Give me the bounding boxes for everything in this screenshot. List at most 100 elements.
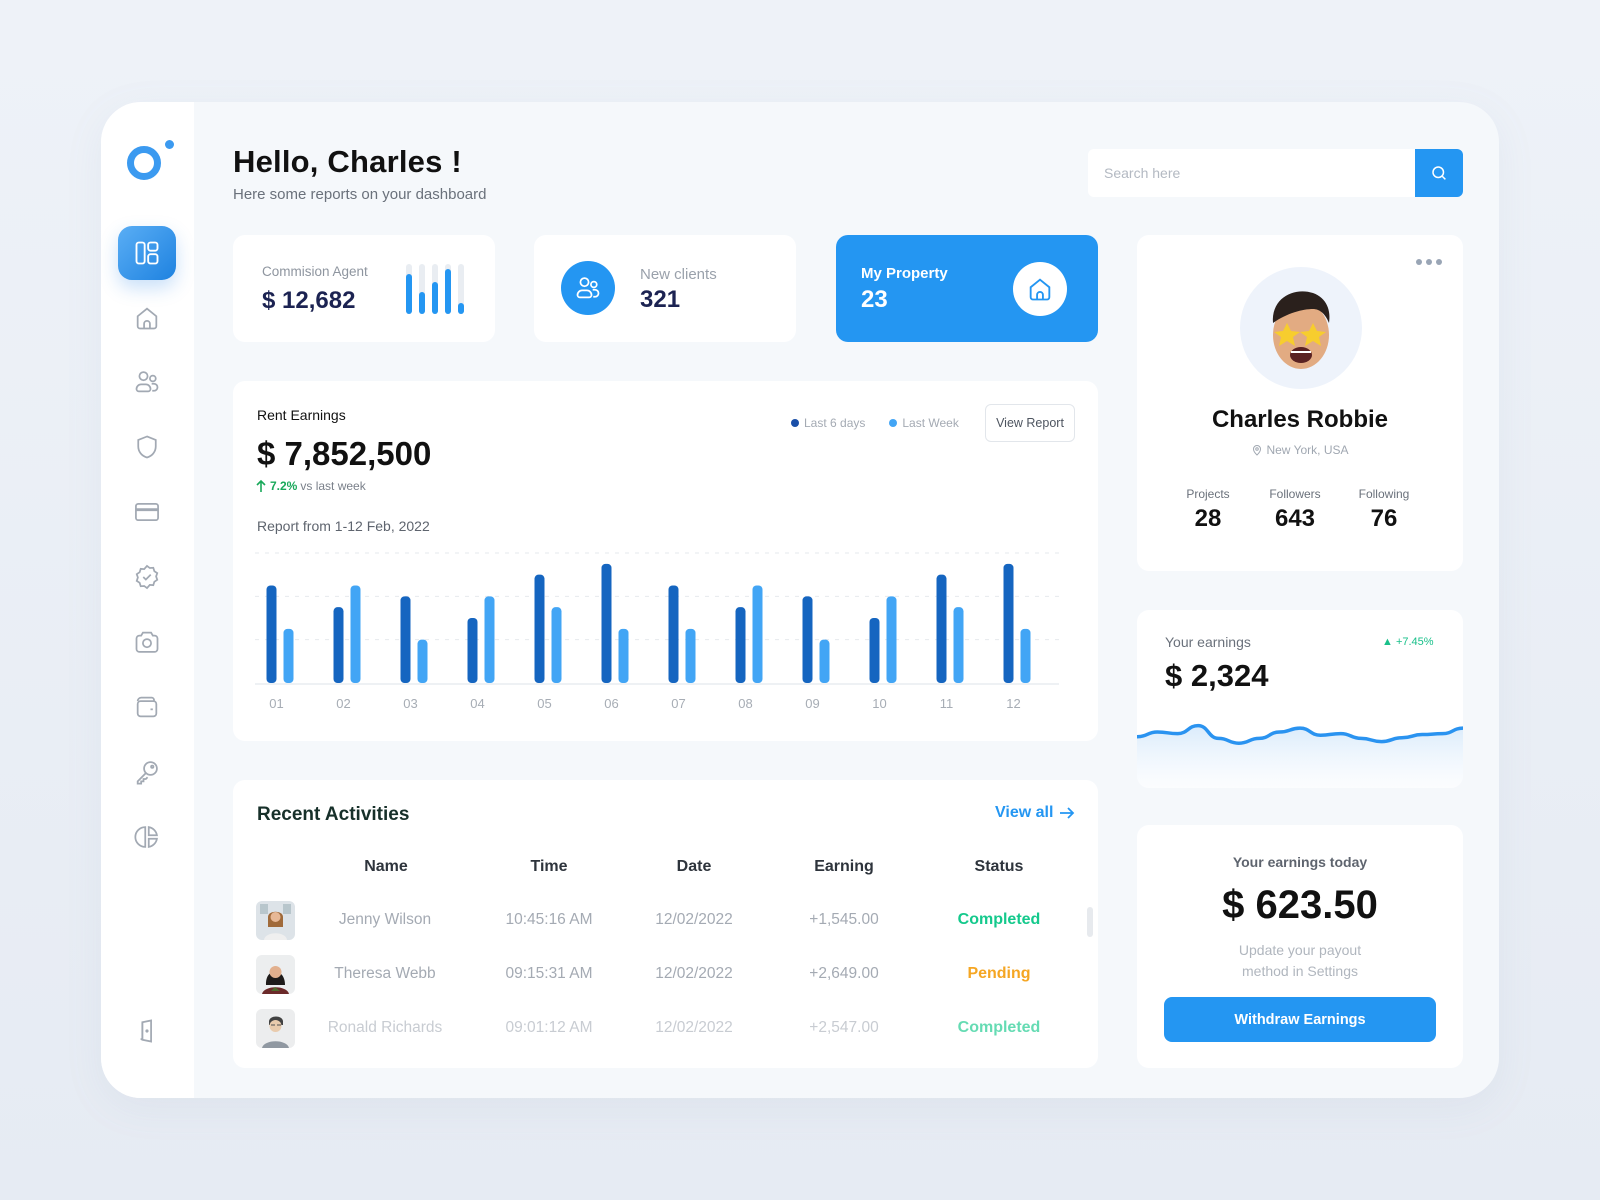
sidebar-item-security[interactable] bbox=[118, 420, 176, 474]
search-button[interactable] bbox=[1415, 149, 1463, 197]
x-tick-label: 02 bbox=[336, 696, 350, 711]
view-report-button[interactable]: View Report bbox=[985, 404, 1075, 442]
rent-amount: $ 7,852,500 bbox=[257, 435, 432, 472]
stat-value: 28 bbox=[1194, 505, 1222, 532]
my-property-card[interactable]: My Property 23 bbox=[836, 235, 1098, 342]
mini-bar-fill bbox=[458, 303, 464, 314]
bar-last-week-04[interactable] bbox=[484, 596, 495, 683]
bar-last-6-days-04[interactable] bbox=[467, 618, 478, 683]
bar-last-6-days-09[interactable] bbox=[802, 596, 813, 683]
profile-avatar[interactable] bbox=[1240, 267, 1362, 389]
column-header-status[interactable]: Status bbox=[949, 858, 1049, 876]
more-options-button[interactable] bbox=[1412, 255, 1446, 269]
today-label: Your earnings today bbox=[1232, 854, 1368, 870]
sidebar-item-home[interactable] bbox=[118, 291, 176, 345]
sidebar-item-keys[interactable] bbox=[118, 745, 176, 799]
your-earnings-card: Your earnings $ 2,324 ▲ +7.45% bbox=[1137, 610, 1463, 788]
bar-last-6-days-10[interactable] bbox=[869, 618, 880, 683]
legend-item-last-week[interactable]: Last Week bbox=[889, 416, 959, 430]
avatar bbox=[256, 901, 295, 940]
bar-last-6-days-06[interactable] bbox=[601, 563, 612, 683]
users-icon bbox=[135, 371, 159, 393]
search-input[interactable] bbox=[1088, 149, 1415, 197]
property-icon-badge bbox=[1013, 262, 1067, 316]
commission-mini-chart bbox=[406, 264, 468, 314]
shield-icon bbox=[137, 435, 157, 459]
rent-trend-text: vs last week bbox=[300, 479, 366, 493]
bar-last-6-days-11[interactable] bbox=[936, 574, 947, 683]
sidebar-item-users[interactable] bbox=[118, 355, 176, 409]
chart-legend: Last 6 days Last Week bbox=[791, 416, 959, 430]
mini-bar-fill bbox=[432, 281, 438, 314]
stat-value: 76 bbox=[1370, 505, 1398, 532]
bar-last-6-days-03[interactable] bbox=[400, 596, 411, 683]
bar-last-week-12[interactable] bbox=[1020, 628, 1031, 683]
property-label: My Property bbox=[861, 265, 948, 282]
bar-last-week-10[interactable] bbox=[886, 596, 897, 683]
mini-bar-track bbox=[432, 264, 438, 314]
bar-last-week-08[interactable] bbox=[752, 585, 763, 684]
bar-last-week-06[interactable] bbox=[618, 628, 629, 683]
rent-trend: 7.2% vs last week bbox=[255, 479, 366, 493]
withdraw-earnings-button[interactable]: Withdraw Earnings bbox=[1164, 997, 1436, 1042]
earnings-change-value: +7.45% bbox=[1395, 636, 1434, 648]
more-dots-icon bbox=[1416, 259, 1422, 265]
sidebar-item-verified[interactable] bbox=[118, 550, 176, 604]
row-status: Completed bbox=[957, 1019, 1041, 1036]
bar-last-6-days-02[interactable] bbox=[333, 607, 344, 683]
sidebar-item-camera[interactable] bbox=[118, 615, 176, 669]
stat-label: Followers bbox=[1269, 487, 1321, 501]
table-row[interactable]: Theresa Webb 09:15:31 AM 12/02/2022 +2,6… bbox=[233, 951, 1098, 997]
new-clients-card[interactable]: New clients 321 bbox=[534, 235, 796, 342]
location-text: New York, USA bbox=[1266, 443, 1349, 457]
bar-last-week-11[interactable] bbox=[953, 607, 964, 683]
app-logo[interactable] bbox=[127, 140, 174, 180]
bar-last-6-days-05[interactable] bbox=[534, 574, 545, 683]
column-header-earning[interactable]: Earning bbox=[794, 858, 894, 876]
x-tick-label: 07 bbox=[671, 696, 685, 711]
sidebar-item-payments[interactable] bbox=[118, 485, 176, 539]
bar-last-6-days-08[interactable] bbox=[735, 607, 746, 683]
bar-last-week-03[interactable] bbox=[417, 639, 428, 683]
legend-dot bbox=[791, 419, 799, 427]
profile-stat-followers: Followers 643 bbox=[1255, 487, 1335, 533]
row-status: Pending bbox=[967, 965, 1031, 982]
table-row[interactable]: Jenny Wilson 10:45:16 AM 12/02/2022 +1,5… bbox=[233, 897, 1098, 943]
home-icon bbox=[1029, 278, 1051, 301]
commission-card[interactable]: Commision Agent $ 12,682 bbox=[233, 235, 495, 342]
row-name: Theresa Webb bbox=[334, 965, 436, 982]
rent-title: Rent Earnings bbox=[257, 407, 346, 423]
view-all-link[interactable]: View all bbox=[995, 804, 1075, 822]
bar-last-week-01[interactable] bbox=[283, 628, 294, 683]
column-header-date[interactable]: Date bbox=[644, 858, 744, 876]
bar-last-week-09[interactable] bbox=[819, 639, 830, 683]
app-window: Hello, Charles ! Here some reports on yo… bbox=[101, 102, 1499, 1098]
mini-bar-fill bbox=[419, 291, 425, 314]
row-status: Completed bbox=[957, 911, 1041, 928]
bar-last-6-days-07[interactable] bbox=[668, 585, 679, 684]
column-header-time[interactable]: Time bbox=[499, 858, 599, 876]
sidebar-item-analytics[interactable] bbox=[118, 810, 176, 864]
search-bar bbox=[1088, 149, 1463, 197]
location-pin-icon bbox=[1253, 444, 1262, 456]
payout-note: Update your payout method in Settings bbox=[1137, 940, 1463, 982]
mini-bar-track bbox=[419, 264, 425, 314]
logout-button[interactable] bbox=[118, 1004, 176, 1058]
bar-last-week-05[interactable] bbox=[551, 607, 562, 683]
bar-last-week-07[interactable] bbox=[685, 628, 696, 683]
sidebar-item-dashboard[interactable] bbox=[118, 226, 176, 280]
table-scrollbar[interactable] bbox=[1087, 907, 1093, 937]
legend-item-last-6-days[interactable]: Last 6 days bbox=[791, 416, 865, 430]
sidebar bbox=[101, 102, 194, 1098]
row-name: Ronald Richards bbox=[327, 1019, 443, 1036]
profile-stat-projects: Projects 28 bbox=[1168, 487, 1248, 533]
sidebar-item-wallet[interactable] bbox=[118, 680, 176, 734]
credit-card-icon bbox=[135, 502, 159, 522]
bar-last-6-days-01[interactable] bbox=[266, 585, 277, 684]
bar-last-6-days-12[interactable] bbox=[1003, 563, 1014, 683]
profile-name: Charles Robbie bbox=[1211, 406, 1389, 433]
column-header-name[interactable]: Name bbox=[336, 858, 436, 876]
table-row[interactable]: Ronald Richards 09:01:12 AM 12/02/2022 +… bbox=[233, 1005, 1098, 1051]
mini-bar-fill bbox=[445, 269, 451, 314]
bar-last-week-02[interactable] bbox=[350, 585, 361, 684]
